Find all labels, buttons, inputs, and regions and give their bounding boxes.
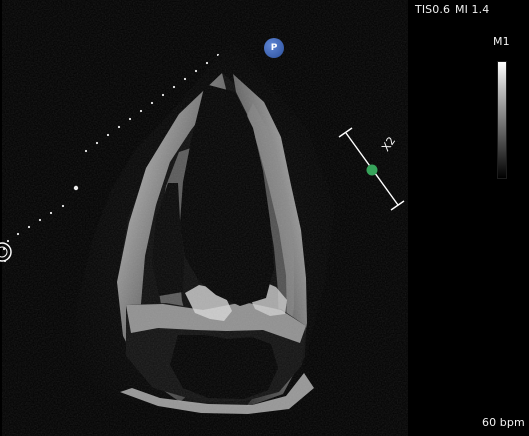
echo-image [0,35,405,425]
orientation-marker-icon: P [264,38,284,58]
ultrasound-viewport: TIS0.6 MI 1.4 M1 60 bpm P X2 [0,0,529,436]
measurement-dot [366,164,378,176]
focus-ring-icon [0,242,12,262]
